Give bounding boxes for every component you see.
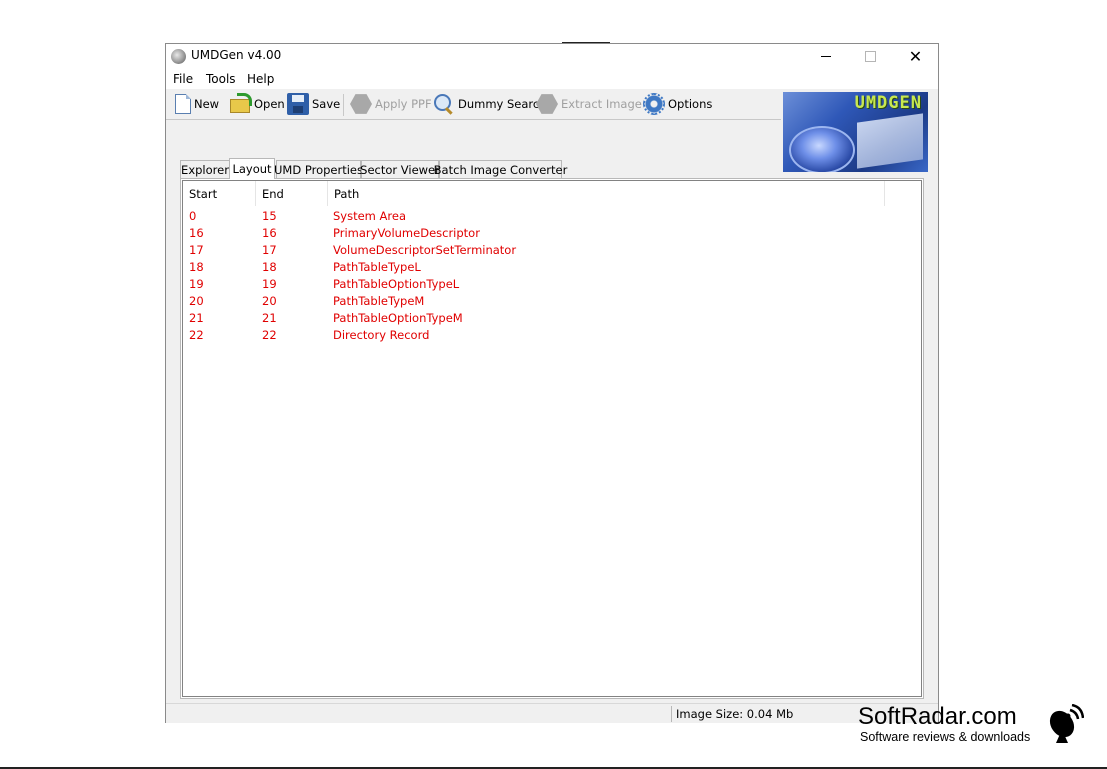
tab-sector-viewer[interactable]: Sector Viewer [360, 160, 440, 178]
status-bar: Image Size: 0.04 Mb [166, 703, 938, 723]
patch-icon [350, 94, 372, 114]
extract-icon [536, 94, 558, 114]
cell-path: VolumeDescriptorSetTerminator [333, 243, 517, 257]
satellite-dish-icon [1049, 704, 1084, 743]
column-end[interactable]: End [256, 181, 328, 206]
cell-path: System Area [333, 209, 407, 223]
cell-path: PathTableOptionTypeM [333, 311, 463, 325]
extract-image-button[interactable]: Extract Image [536, 91, 642, 117]
cell-start: 18 [189, 260, 204, 274]
menu-help[interactable]: Help [247, 72, 274, 86]
open-folder-icon [229, 93, 252, 115]
cell-end: 21 [262, 311, 277, 325]
menu-bar: File Tools Help [166, 69, 938, 89]
apply-ppf-button[interactable]: Apply PPF [350, 91, 432, 117]
layout-list[interactable]: Start End Path 0 15 System Area 16 16 Primary… [182, 180, 922, 697]
cell-start: 20 [189, 294, 204, 308]
tab-explorer[interactable]: Explorer [180, 160, 230, 178]
cell-end: 18 [262, 260, 277, 274]
table-row[interactable]: 21 21 PathTableOptionTypeM [183, 310, 921, 327]
magnifier-icon [433, 93, 455, 115]
title-bar[interactable]: UMDGen v4.00 ✕ [166, 44, 938, 69]
toolbar-separator [343, 94, 344, 116]
save-button[interactable]: Save [287, 91, 340, 117]
cell-path: PathTableTypeL [333, 260, 421, 274]
maximize-button[interactable] [848, 44, 893, 69]
toolbar: New Open Save Apply PPF Dummy Search Ext… [166, 89, 781, 119]
menu-file[interactable]: File [173, 72, 193, 86]
toolbar-divider [166, 119, 781, 120]
tab-layout[interactable]: Layout [229, 158, 275, 179]
table-row[interactable]: 0 15 System Area [183, 208, 921, 225]
umdgen-logo: UMDGEN [783, 92, 928, 172]
table-row[interactable]: 17 17 VolumeDescriptorSetTerminator [183, 242, 921, 259]
cell-start: 16 [189, 226, 204, 240]
watermark-subtitle: Software reviews & downloads [860, 730, 1031, 744]
dummy-search-label: Dummy Search [458, 97, 547, 111]
apply-ppf-label: Apply PPF [375, 97, 432, 111]
softradar-watermark: SoftRadar.com Software reviews & downloa… [858, 704, 1090, 746]
cell-path: PathTableTypeM [333, 294, 425, 308]
dummy-search-button[interactable]: Dummy Search [433, 91, 547, 117]
cell-end: 16 [262, 226, 277, 240]
table-row[interactable]: 16 16 PrimaryVolumeDescriptor [183, 225, 921, 242]
new-file-icon [175, 94, 191, 114]
cell-end: 15 [262, 209, 277, 223]
open-button[interactable]: Open [229, 91, 285, 117]
app-window: UMDGen v4.00 ✕ File Tools Help New Open … [165, 43, 939, 723]
close-button[interactable]: ✕ [893, 44, 938, 69]
minimize-icon [820, 56, 831, 57]
umd-disc-graphic [789, 126, 855, 172]
table-row[interactable]: 18 18 PathTableTypeL [183, 259, 921, 276]
options-button[interactable]: Options [643, 91, 712, 117]
floppy-disk-icon [287, 93, 309, 115]
layout-panel: Start End Path 0 15 System Area 16 16 Primary… [180, 178, 924, 699]
app-disc-icon [171, 49, 186, 64]
tab-umd-properties[interactable]: UMD Properties [274, 160, 363, 178]
minimize-button[interactable] [803, 44, 848, 69]
close-icon: ✕ [908, 46, 923, 66]
column-start[interactable]: Start [183, 181, 256, 206]
watermark-title: SoftRadar.com [858, 703, 1017, 730]
new-label: New [194, 97, 220, 111]
list-header: Start End Path [183, 181, 921, 206]
table-row[interactable]: 20 20 PathTableTypeM [183, 293, 921, 310]
table-row[interactable]: 22 22 Directory Record [183, 327, 921, 344]
cell-path: PathTableOptionTypeL [333, 277, 460, 291]
save-label: Save [312, 97, 341, 111]
gear-icon [643, 93, 665, 115]
cell-start: 17 [189, 243, 204, 257]
cell-end: 17 [262, 243, 277, 257]
cell-start: 22 [189, 328, 204, 342]
column-path[interactable]: Path [328, 181, 885, 206]
window-title: UMDGen v4.00 [191, 48, 282, 62]
table-row[interactable]: 19 19 PathTableOptionTypeL [183, 276, 921, 293]
options-label: Options [668, 97, 713, 111]
cell-end: 20 [262, 294, 277, 308]
cell-start: 21 [189, 311, 204, 325]
logo-text: UMDGEN [854, 93, 922, 113]
open-label: Open [254, 97, 285, 111]
tab-batch-image-converter[interactable]: Batch Image Converter [434, 160, 567, 178]
status-separator [671, 706, 672, 722]
menu-tools[interactable]: Tools [206, 72, 236, 86]
cell-path: Directory Record [333, 328, 430, 342]
cell-end: 22 [262, 328, 277, 342]
new-button[interactable]: New [172, 91, 219, 117]
cell-end: 19 [262, 277, 277, 291]
cell-start: 19 [189, 277, 204, 291]
extract-image-label: Extract Image [561, 97, 642, 111]
maximize-icon [865, 51, 876, 62]
cell-path: PrimaryVolumeDescriptor [333, 226, 480, 240]
cell-start: 0 [189, 209, 197, 223]
image-size-status: Image Size: 0.04 Mb [676, 707, 794, 721]
